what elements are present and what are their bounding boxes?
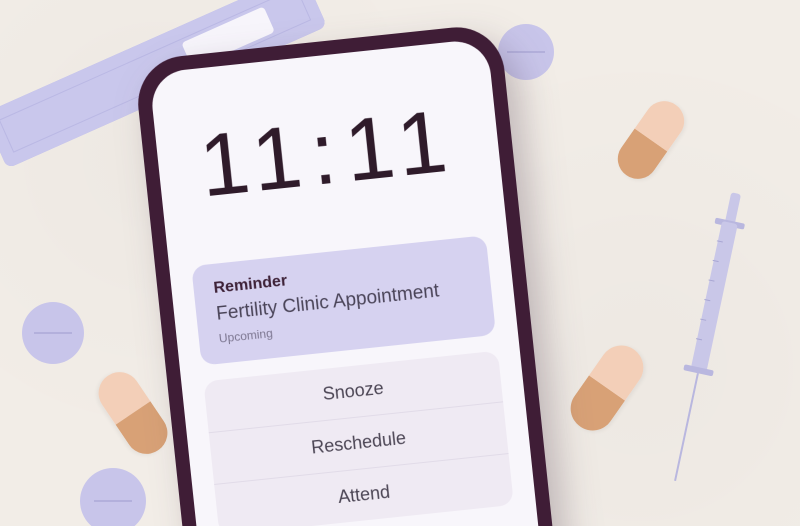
capsule-icon [562,337,652,439]
phone-frame: 11:11 Reminder Fertility Clinic Appointm… [133,23,570,526]
capsule-icon [90,364,175,462]
reminder-card[interactable]: Reminder Fertility Clinic Appointment Up… [191,235,496,365]
reminder-actions: Snooze Reschedule Attend [203,351,514,526]
lock-screen-clock: 11:11 [176,94,480,212]
tablet-icon [22,302,84,364]
tablet-icon [498,24,554,80]
syringe-icon [657,190,753,491]
illustration-stage: 11:11 Reminder Fertility Clinic Appointm… [0,0,800,526]
tablet-icon [80,468,146,526]
phone-screen: 11:11 Reminder Fertility Clinic Appointm… [149,38,555,526]
capsule-icon [610,93,692,186]
phone: 11:11 Reminder Fertility Clinic Appointm… [133,23,570,526]
